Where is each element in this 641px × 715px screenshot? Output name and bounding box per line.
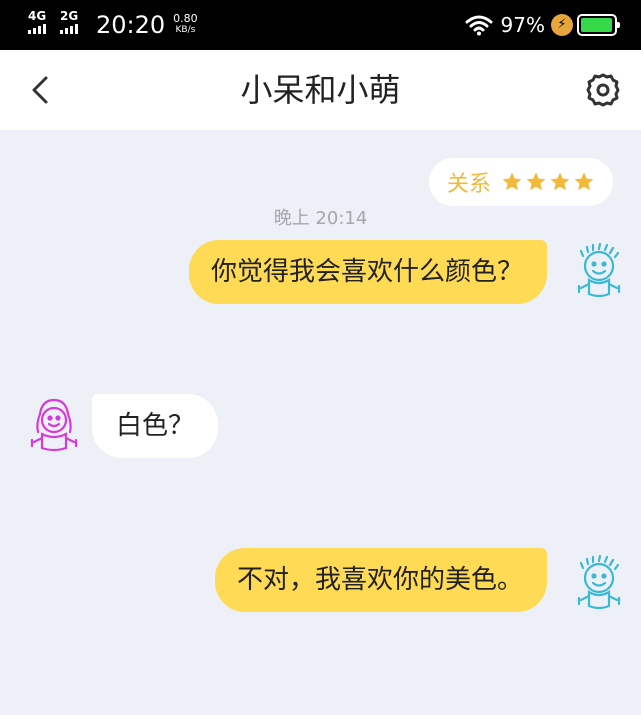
relation-badge[interactable]: 关系 [428,158,613,206]
status-right: 97% ⚡ [465,12,620,38]
signal-4g-icon: 4G [28,10,56,36]
relation-label: 关系 [446,172,491,197]
status-left: 4G 2G 20:20 0.80 KB/s [28,10,198,40]
battery-percent: 97% [500,13,545,37]
message-bubble-received[interactable]: 白色？ [92,394,219,458]
star-icon [574,172,594,191]
network-speed-value: 0.80 [173,12,198,25]
nav-bar: 小呆和小萌 [0,50,641,130]
battery-fill [581,18,613,32]
message-bubble-sent[interactable]: 不对，我喜欢你的美色。 [214,548,547,612]
wifi-icon [465,15,493,36]
pink-girl-avatar[interactable] [26,396,82,458]
star-icon [502,172,522,191]
star-icon [550,172,570,191]
network-type-4g: 4G [28,9,47,23]
message-bubble-sent[interactable]: 你觉得我会喜欢什么颜色？ [188,240,547,304]
network-speed-unit: KB/s [175,25,196,35]
network-speed: 0.80 KB/s [173,12,198,36]
battery-icon [577,14,620,36]
blue-boy-avatar[interactable] [571,242,627,304]
status-bar: 4G 2G 20:20 0.80 KB/s 97% ⚡ [0,0,641,50]
clock: 20:20 [96,11,166,39]
signal-2g-icon: 2G [60,10,88,36]
settings-button[interactable] [583,70,623,110]
chat-title: 小呆和小萌 [240,71,401,109]
relation-stars [501,171,595,193]
network-type-2g: 2G [60,9,79,23]
chat-area[interactable]: 关系 晚上 20:14 你觉得我会喜欢什么颜色？ 白色？ 不对，我喜欢你的美色。 [0,130,641,715]
message-timestamp: 晚上 20:14 [273,208,368,229]
lightning-icon: ⚡ [551,14,573,36]
blue-boy-avatar[interactable] [571,554,627,616]
gear-icon [586,73,620,107]
star-icon [526,172,546,191]
